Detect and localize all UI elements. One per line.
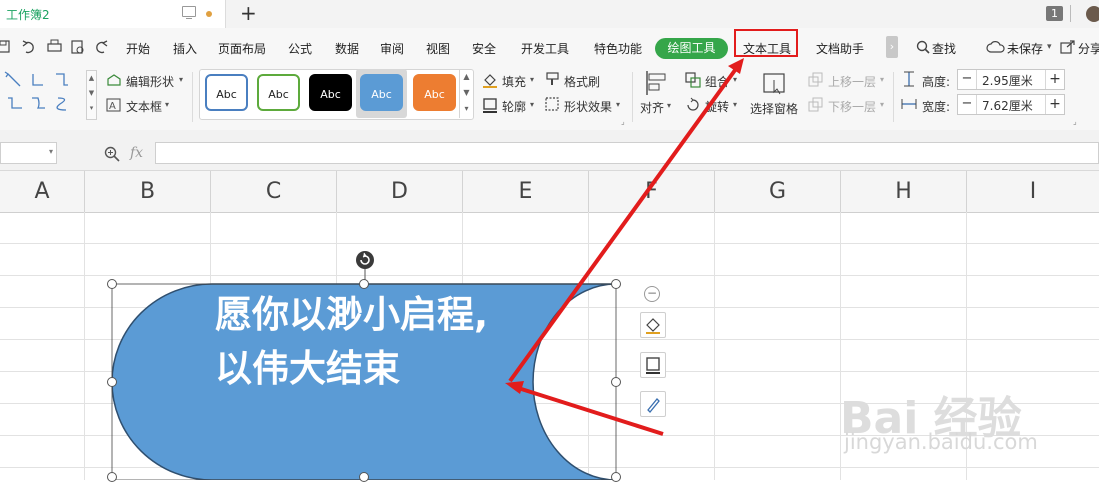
- annotation-arrow-line: [508, 64, 740, 383]
- annotation-arrows: [505, 58, 744, 436]
- annotation-arrowhead: [505, 381, 524, 394]
- annotation-arrow-line: [514, 385, 664, 436]
